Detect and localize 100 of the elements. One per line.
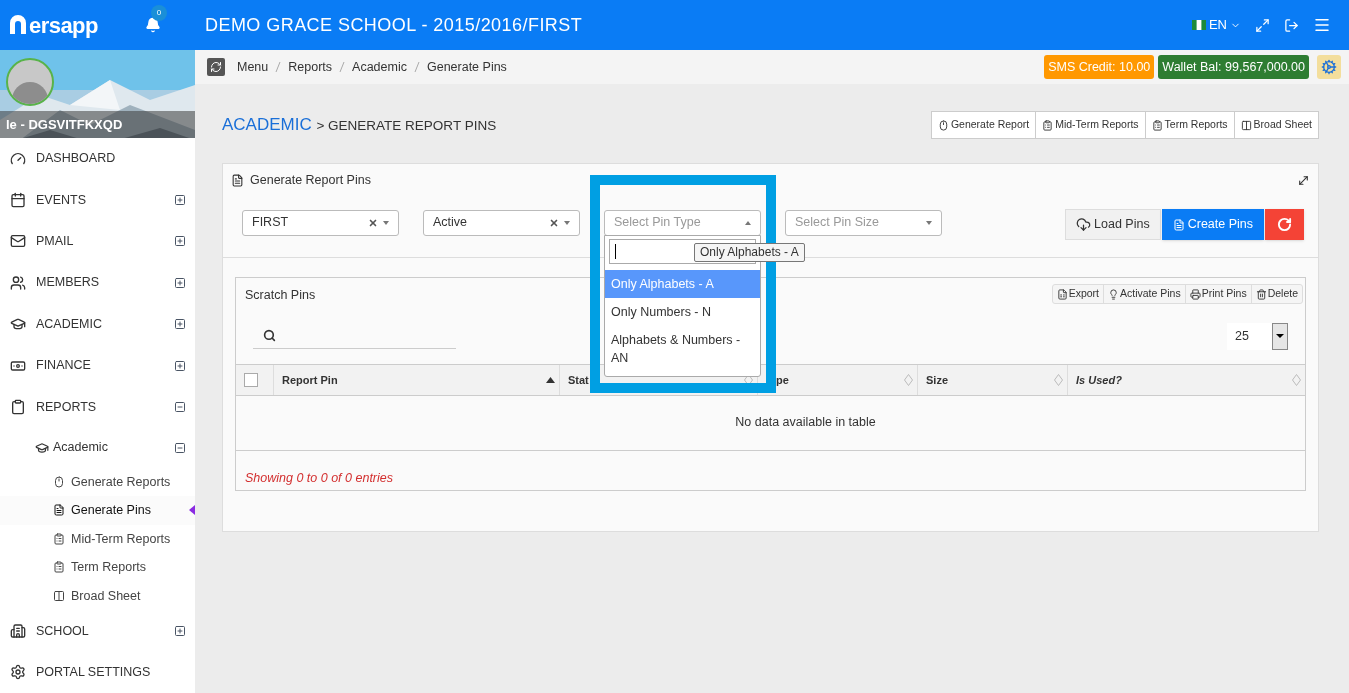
expand-icon[interactable] [174,359,186,372]
sort-icon [904,373,913,386]
report-link-button[interactable]: Term Reports [1144,112,1234,138]
cloud-download-icon [1076,217,1092,232]
sidebar-link[interactable]: Broad Sheet [0,581,195,611]
table-info: Showing 0 to 0 of 0 entries [245,470,393,485]
settings-icon [10,664,26,681]
table-tool-button[interactable]: Print Pins [1184,285,1251,303]
columns-icon [53,589,65,602]
load-pins-button[interactable]: Load Pins [1065,209,1161,240]
sidebar-link[interactable]: Generate Pins [0,496,195,525]
menu-icon[interactable] [1313,16,1331,34]
logo-text: ersapp [29,11,98,40]
sidebar-item[interactable]: PORTAL SETTINGS [0,651,195,693]
sidebar-item[interactable]: SCHOOL [0,610,195,652]
sidebar-item[interactable]: ACADEMIC [0,303,195,345]
expand-icon[interactable] [174,318,186,331]
report-link-button[interactable]: Broad Sheet [1233,112,1318,138]
breadcrumb-link[interactable]: Generate Pins [426,57,507,77]
sidebar-item[interactable]: DASHBOARD [0,138,195,180]
printer-icon [1189,288,1201,300]
select-all-checkbox[interactable] [244,372,258,387]
column-header[interactable]: pe [758,364,918,395]
section-title: ACADEMIC [222,115,312,134]
sidebar-link[interactable]: Generate Reports [0,467,195,497]
column-header[interactable]: Is Used? [1068,364,1305,395]
document-icon [231,173,244,187]
sidebar-link[interactable]: Term Reports [0,553,195,582]
gauge-icon [10,150,26,167]
sidebar-item[interactable]: PMAIL [0,220,195,263]
sidebar-subitem[interactable]: Academic [0,427,195,468]
clipboard-list-icon [1042,119,1054,131]
clipboard-list-icon [53,561,65,574]
breadcrumb-link[interactable]: Menu [237,57,269,77]
notification-count: 0 [150,5,167,21]
expand-icon[interactable] [174,235,186,248]
trash-icon [1255,288,1267,300]
expand-icon[interactable] [174,276,186,289]
report-link-button[interactable]: Mid-Term Reports [1035,112,1145,138]
panel-title: Generate Report Pins [250,171,371,189]
expand-icon[interactable] [174,624,186,637]
columns-icon [1240,119,1252,131]
spreadsheet-icon [1056,288,1068,300]
balance-badge: Wallet Bal: 99,567,000.00 [1158,54,1309,80]
refresh-icon [1277,217,1292,232]
calendar-icon [10,192,26,209]
school-title: DEMO GRACE SCHOOL - 2015/2016/FIRST [205,13,583,37]
table-title: Scratch Pins [245,287,316,304]
dropdown-option[interactable]: Only Numbers - N [605,297,760,326]
sidebar-item[interactable]: EVENTS [0,179,195,221]
fullscreen-icon[interactable] [1255,17,1270,33]
building-icon [10,622,26,639]
clipboard-list-icon [53,532,65,545]
reset-button[interactable] [1265,209,1304,240]
collapse-icon[interactable] [174,401,186,413]
bell-icon[interactable] [144,17,161,33]
breadcrumb-separator [413,61,420,73]
select-field[interactable]: FIRST [242,209,399,236]
document-icon [1172,218,1185,231]
envelope-icon [10,233,26,250]
sidebar-item[interactable]: FINANCE [0,344,195,387]
caret-down-icon [1272,322,1288,350]
breadcrumb-separator [275,61,282,73]
sidebar-link[interactable]: Mid-Term Reports [0,524,195,554]
table-tool-button[interactable]: Activate Pins [1103,285,1185,303]
sidebar-item[interactable]: MEMBERS [0,262,195,304]
select-field[interactable]: Active [423,209,580,236]
sort-icon [1054,373,1063,386]
refresh-icon[interactable] [207,58,225,76]
mouse-icon [53,475,65,488]
collapse-icon[interactable] [174,441,186,454]
breadcrumb-separator [339,61,346,73]
empty-message: No data available in table [734,414,876,432]
column-header[interactable]: Stat [560,364,758,395]
tooltip: Only Alphabets - A [694,242,805,262]
breadcrumb-link[interactable]: Reports [288,57,333,77]
active-indicator [189,505,195,516]
logo-icon [8,15,28,35]
report-link-button[interactable]: Generate Report [931,112,1036,138]
create-pins-button[interactable]: Create Pins [1161,209,1264,240]
flag-icon [1191,20,1206,30]
breadcrumb-link[interactable]: Academic [352,57,407,77]
table-tool-button[interactable]: Export [1052,285,1103,303]
people-icon [10,274,26,291]
expand-icon[interactable] [174,194,186,207]
settings-button[interactable] [1317,55,1341,79]
sort-icon [1292,373,1301,386]
clear-icon[interactable] [549,217,559,228]
sort-ascending-icon [546,376,555,383]
page-size-select[interactable]: 25 [1227,322,1288,350]
language-selector[interactable]: EN [1191,15,1241,35]
mouse-icon [937,119,949,131]
clear-icon[interactable] [368,217,378,228]
search-icon [263,329,276,343]
column-header[interactable]: Size [918,364,1068,395]
column-header[interactable]: Report Pin [274,364,560,395]
maximize-icon[interactable] [1297,173,1310,187]
table-tool-button[interactable]: Delete [1250,285,1302,303]
sidebar-item[interactable]: REPORTS [0,386,195,428]
logout-icon[interactable] [1284,17,1299,33]
